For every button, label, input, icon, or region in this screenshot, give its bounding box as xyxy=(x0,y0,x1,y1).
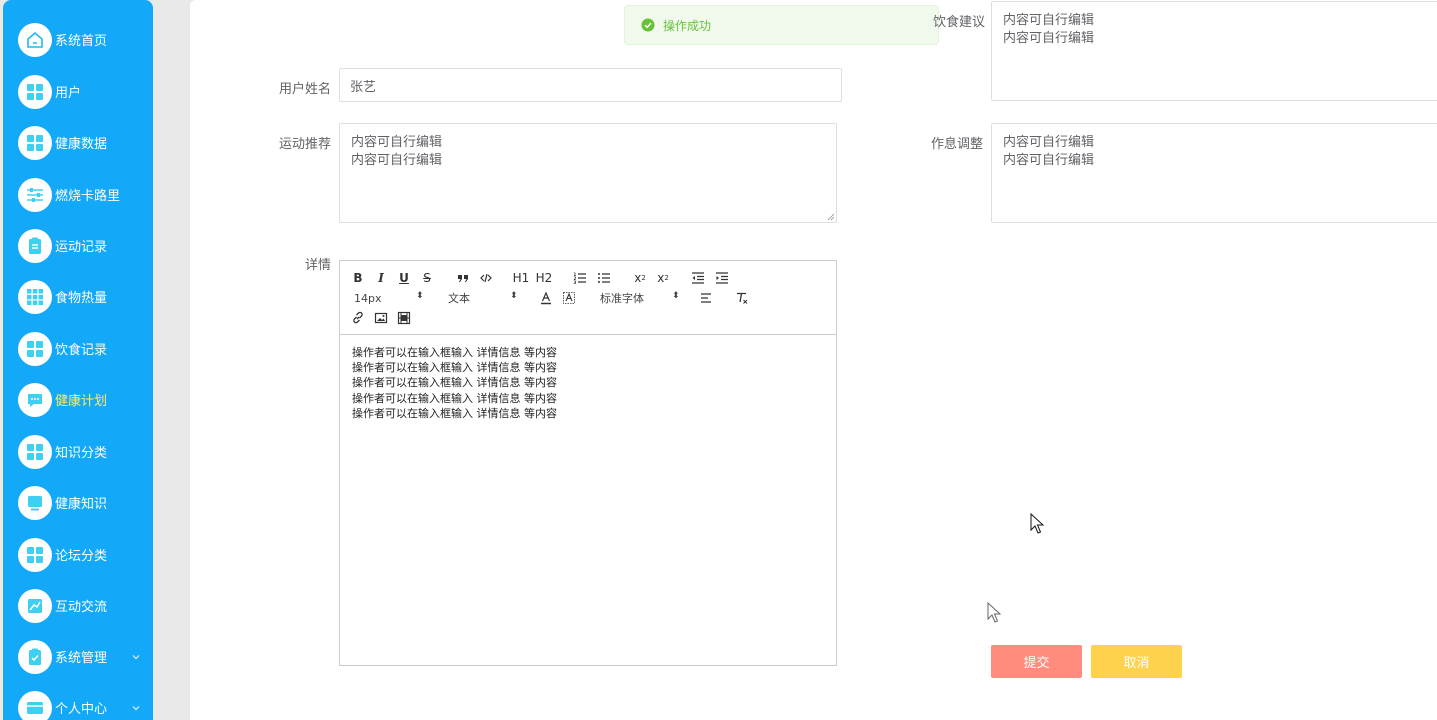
sidebar-item-label: 互动交流 xyxy=(55,600,108,615)
heading-select[interactable]: 文本 ⬍ xyxy=(448,289,520,307)
strikethrough-button[interactable]: S xyxy=(419,269,435,287)
grid-icon xyxy=(18,331,52,366)
exercise-recommendation-textarea[interactable]: 内容可自行编辑 内容可自行编辑 xyxy=(339,123,837,223)
mouse-cursor-icon xyxy=(1030,513,1044,534)
username-label: 用户姓名 xyxy=(279,82,332,97)
sidebar-item-label: 系统管理 xyxy=(55,651,108,666)
submit-button[interactable]: 提交 xyxy=(991,645,1082,678)
checklist-icon xyxy=(18,639,52,674)
sidebar-item-label: 饮食记录 xyxy=(55,343,108,358)
username-input[interactable]: 张艺 xyxy=(339,68,842,102)
sidebar-item-label: 个人中心 xyxy=(55,702,108,717)
sidebar: 系统首页 用户 健康数据 燃烧卡路里 运动记录 食物热量 饮食记录 健康计划 知… xyxy=(3,0,153,720)
sidebar-item-health-plan[interactable]: 健康计划 xyxy=(3,374,153,425)
sidebar-item-label: 食物热量 xyxy=(55,291,108,306)
chevron-down-icon xyxy=(132,705,140,710)
clear-format-icon[interactable] xyxy=(734,289,750,307)
sidebar-item-label: 健康计划 xyxy=(55,394,108,409)
underline-button[interactable]: U xyxy=(396,269,412,287)
sidebar-item-forum-category[interactable]: 论坛分类 xyxy=(3,529,153,580)
bullet-list-icon[interactable] xyxy=(596,269,612,287)
schedule-adjustment-label: 作息调整 xyxy=(931,137,984,152)
font-family-select[interactable]: 标准字体 ⬍ xyxy=(600,289,682,307)
monitor-icon xyxy=(18,485,52,520)
subscript-button[interactable]: x2 xyxy=(632,269,648,287)
sidebar-item-home[interactable]: 系统首页 xyxy=(3,14,153,65)
sidebar-item-health-knowledge[interactable]: 健康知识 xyxy=(3,477,153,528)
superscript-button[interactable]: x2 xyxy=(655,269,671,287)
font-color-icon[interactable] xyxy=(538,289,554,307)
code-block-icon[interactable] xyxy=(478,269,494,287)
outdent-icon[interactable] xyxy=(690,269,706,287)
sidebar-item-label: 健康数据 xyxy=(55,137,108,152)
video-icon[interactable] xyxy=(396,309,412,327)
diet-suggestion-textarea[interactable]: 内容可自行编辑 内容可自行编辑 xyxy=(991,1,1437,101)
grid-icon xyxy=(18,74,52,109)
grid-icon xyxy=(18,125,52,160)
sidebar-item-label: 系统首页 xyxy=(55,34,108,49)
sidebar-item-label: 健康知识 xyxy=(55,497,108,512)
font-size-select[interactable]: 14px ⬍ xyxy=(354,289,426,307)
sidebar-item-interaction[interactable]: 互动交流 xyxy=(3,580,153,631)
image-icon[interactable] xyxy=(373,309,389,327)
ordered-list-icon[interactable]: 123 xyxy=(572,269,588,287)
clipboard-icon xyxy=(18,228,52,263)
svg-text:3: 3 xyxy=(574,280,577,285)
success-check-icon xyxy=(641,18,655,32)
sidebar-item-health-data[interactable]: 健康数据 xyxy=(3,117,153,168)
chevron-down-icon xyxy=(132,654,140,659)
font-size-value: 14px xyxy=(354,291,382,305)
sidebar-item-label: 用户 xyxy=(55,86,82,101)
align-icon[interactable] xyxy=(698,289,714,307)
home-icon xyxy=(18,22,52,57)
blockquote-icon[interactable] xyxy=(455,269,471,287)
schedule-adjustment-textarea[interactable]: 内容可自行编辑 内容可自行编辑 xyxy=(991,123,1437,223)
editor-content[interactable]: 操作者可以在输入框输入 详情信息 等内容 操作者可以在输入框输入 详情信息 等内… xyxy=(352,345,557,421)
select-caret-icon: ⬍ xyxy=(416,291,424,301)
sidebar-item-knowledge-category[interactable]: 知识分类 xyxy=(3,426,153,477)
sidebar-item-personal-center[interactable]: 个人中心 xyxy=(3,682,153,720)
sliders-icon xyxy=(18,177,52,212)
sidebar-item-label: 知识分类 xyxy=(55,446,108,461)
heading-1-button[interactable]: H1 xyxy=(512,269,530,287)
sidebar-item-calories[interactable]: 燃烧卡路里 xyxy=(3,169,153,220)
diet-suggestion-label: 饮食建议 xyxy=(933,15,986,30)
sidebar-item-diet-records[interactable]: 饮食记录 xyxy=(3,323,153,374)
link-icon[interactable] xyxy=(350,309,366,327)
cancel-button[interactable]: 取消 xyxy=(1091,645,1182,678)
exercise-recommendation-label: 运动推荐 xyxy=(279,137,332,152)
sidebar-item-system-management[interactable]: 系统管理 xyxy=(3,631,153,682)
rich-text-editor: B I U S H1 H2 123 x2 x2 14px ⬍ 文本 ⬍ 标准字体… xyxy=(339,260,837,666)
mouse-cursor-icon xyxy=(987,602,1001,623)
sidebar-item-food-calories[interactable]: 食物热量 xyxy=(3,271,153,322)
sidebar-item-label: 论坛分类 xyxy=(55,549,108,564)
editor-toolbar: B I U S H1 H2 123 x2 x2 14px ⬍ 文本 ⬍ 标准字体… xyxy=(340,261,836,335)
toast-message: 操作成功 xyxy=(663,18,712,33)
chart-icon xyxy=(18,588,52,623)
sidebar-item-exercise-records[interactable]: 运动记录 xyxy=(3,220,153,271)
grid-dots-icon xyxy=(18,279,52,314)
heading-select-value: 文本 xyxy=(448,292,470,305)
details-label: 详情 xyxy=(304,258,331,273)
bold-button[interactable]: B xyxy=(350,269,366,287)
select-caret-icon: ⬍ xyxy=(672,291,680,301)
sidebar-item-label: 燃烧卡路里 xyxy=(55,189,121,204)
font-family-value: 标准字体 xyxy=(600,292,644,305)
italic-button[interactable]: I xyxy=(373,269,389,287)
resize-grip-icon[interactable] xyxy=(827,213,835,221)
indent-icon[interactable] xyxy=(714,269,730,287)
heading-2-button[interactable]: H2 xyxy=(535,269,553,287)
background-color-icon[interactable] xyxy=(561,289,577,307)
grid-icon xyxy=(18,537,52,572)
grid-icon xyxy=(18,434,52,469)
sidebar-item-users[interactable]: 用户 xyxy=(3,66,153,117)
sidebar-item-label: 运动记录 xyxy=(55,240,108,255)
card-icon xyxy=(18,690,52,720)
select-caret-icon: ⬍ xyxy=(510,291,518,301)
chat-icon xyxy=(18,382,52,417)
success-toast: 操作成功 xyxy=(624,5,939,45)
